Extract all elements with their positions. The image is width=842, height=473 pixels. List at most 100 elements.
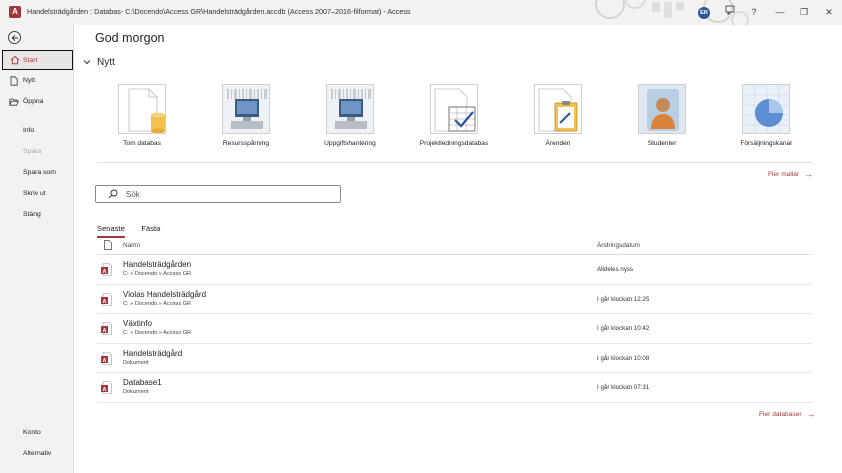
sidebar-item-save: Spara bbox=[0, 142, 74, 162]
sidebar-item-label: Stäng bbox=[23, 211, 41, 218]
template-blank-database[interactable]: Tom databas bbox=[87, 84, 197, 147]
sidebar-item-save-as[interactable]: Spara som bbox=[0, 163, 74, 183]
svg-text:A: A bbox=[103, 328, 107, 334]
search-input[interactable] bbox=[126, 188, 326, 201]
arrow-right-icon: → bbox=[804, 169, 814, 179]
template-label: Uppgiftshantering bbox=[324, 140, 376, 147]
help-button[interactable]: ? bbox=[747, 5, 761, 19]
back-arrow-icon[interactable] bbox=[8, 31, 21, 44]
column-header-name[interactable]: Namn bbox=[123, 242, 140, 249]
table-row[interactable]: A Handelsträdgård Dokument I går klockan… bbox=[97, 344, 812, 373]
new-document-icon bbox=[10, 76, 18, 86]
more-databases-link[interactable]: Fler databaser → bbox=[759, 409, 816, 419]
recent-pinned-tabs: Senaste Fästa bbox=[97, 218, 172, 238]
page-title: God morgon bbox=[95, 31, 165, 45]
more-templates-label: Fler mallar bbox=[768, 171, 800, 178]
search-icon bbox=[108, 189, 118, 199]
svg-text:A: A bbox=[103, 357, 107, 363]
table-row[interactable]: A Handelsträdgården C: » Docendo » Acces… bbox=[97, 255, 812, 285]
sidebar-item-label: Öppna bbox=[23, 98, 44, 105]
access-file-icon: A bbox=[101, 263, 112, 276]
tab-pinned[interactable]: Fästa bbox=[141, 224, 160, 236]
sidebar-item-info[interactable]: Info bbox=[0, 121, 74, 141]
template-label: Ärenden bbox=[545, 140, 571, 147]
chevron-down-icon bbox=[83, 58, 93, 67]
sales-pipeline-icon bbox=[742, 84, 790, 134]
access-file-icon: A bbox=[101, 322, 112, 335]
project-management-icon bbox=[430, 84, 478, 134]
sidebar-item-account[interactable]: Konto bbox=[0, 423, 74, 443]
file-name: Handelsträdgård bbox=[123, 348, 183, 358]
template-label: Resursspårning bbox=[222, 140, 270, 147]
access-file-icon: A bbox=[101, 292, 112, 306]
asset-tracking-icon bbox=[222, 84, 270, 134]
home-icon bbox=[10, 55, 20, 65]
template-asset-tracking[interactable]: Resursspårning bbox=[191, 84, 301, 147]
file-path: C: » Docendo » Access GR bbox=[123, 330, 192, 336]
svg-text:A: A bbox=[103, 387, 107, 393]
file-name: Violas Handelsträdgård bbox=[123, 289, 207, 299]
template-sales-pipeline[interactable]: Försäljningskanal bbox=[711, 84, 821, 147]
issues-icon bbox=[534, 84, 582, 134]
template-label: Projektledningsdatabas bbox=[419, 140, 489, 147]
table-row[interactable]: A Violas Handelsträdgård C: » Docendo » … bbox=[97, 285, 812, 314]
file-path: Dokument bbox=[123, 359, 149, 366]
sidebar-item-label: Skriv ut bbox=[23, 190, 46, 197]
sidebar-item-open[interactable]: Öppna bbox=[0, 92, 74, 112]
section-divider bbox=[97, 162, 812, 163]
sidebar-item-print[interactable]: Skriv ut bbox=[0, 184, 74, 204]
new-section-header[interactable]: Nytt bbox=[83, 57, 115, 68]
file-path: C: » Docendo » Access GR bbox=[123, 300, 192, 307]
template-label: Studenter bbox=[647, 140, 677, 147]
sidebar-item-label: Start bbox=[23, 57, 38, 64]
access-file-icon: A bbox=[101, 351, 112, 365]
arrow-right-icon: → bbox=[806, 409, 816, 419]
search-box[interactable] bbox=[95, 185, 341, 203]
blank-database-icon bbox=[118, 84, 166, 134]
more-databases-label: Fler databaser bbox=[759, 411, 802, 418]
close-button[interactable]: ✕ bbox=[822, 5, 836, 19]
file-date: I går klockan 10:42 bbox=[597, 325, 650, 332]
column-header-date[interactable]: Ändringsdatum bbox=[597, 242, 640, 249]
template-task-management[interactable]: Uppgiftshantering bbox=[295, 84, 405, 147]
template-issues[interactable]: Ärenden bbox=[503, 84, 613, 147]
file-name: Database1 bbox=[123, 378, 162, 387]
task-management-icon bbox=[326, 84, 374, 134]
file-date: I går klockan 10:08 bbox=[597, 354, 650, 362]
file-path: C: » Docendo » Access GR bbox=[123, 271, 192, 277]
template-label: Försäljningskanal bbox=[740, 140, 792, 147]
sidebar-item-label: Nytt bbox=[23, 77, 36, 84]
folder-open-icon bbox=[9, 98, 19, 106]
section-title: Nytt bbox=[97, 57, 115, 68]
sidebar-item-label: Alternativ bbox=[23, 450, 52, 457]
user-avatar[interactable]: ER bbox=[698, 7, 710, 19]
window-title: Handelsträdgården : Databas- C:\Docendo\… bbox=[27, 7, 411, 16]
table-row[interactable]: A Database1 Dokument I går klockan 07:31 bbox=[97, 373, 812, 403]
file-date: Alldeles nyss bbox=[597, 266, 634, 273]
access-app-icon: A bbox=[9, 6, 21, 18]
tab-recent[interactable]: Senaste bbox=[97, 224, 125, 238]
backstage-sidebar: Start Nytt Öppna Info Spara Spara som Sk… bbox=[0, 25, 74, 473]
sidebar-item-options[interactable]: Alternativ bbox=[0, 444, 74, 464]
file-name: Växtinfo bbox=[123, 319, 152, 328]
sidebar-item-label: Konto bbox=[23, 429, 41, 436]
svg-text:A: A bbox=[103, 269, 107, 275]
sidebar-item-start[interactable]: Start bbox=[2, 50, 73, 70]
minimize-button[interactable]: — bbox=[773, 5, 787, 19]
template-students[interactable]: Studenter bbox=[607, 84, 717, 147]
access-file-icon: A bbox=[101, 381, 112, 394]
table-row[interactable]: A Växtinfo C: » Docendo » Access GR I gå… bbox=[97, 314, 812, 344]
document-icon bbox=[104, 240, 112, 250]
feedback-icon[interactable] bbox=[723, 5, 737, 19]
sidebar-item-close[interactable]: Stäng bbox=[0, 205, 74, 225]
svg-text:A: A bbox=[103, 298, 107, 304]
sidebar-item-label: Spara bbox=[23, 148, 42, 155]
sidebar-item-label: Info bbox=[23, 127, 35, 134]
title-bar: A Handelsträdgården : Databas- C:\Docend… bbox=[0, 0, 842, 25]
restore-button[interactable]: ❐ bbox=[797, 5, 811, 19]
sidebar-item-new[interactable]: Nytt bbox=[0, 71, 74, 91]
file-date: I går klockan 07:31 bbox=[597, 384, 650, 391]
template-project-management[interactable]: Projektledningsdatabas bbox=[399, 84, 509, 147]
main-content: God morgon Nytt Tom databas Resursspårni… bbox=[75, 25, 842, 473]
more-templates-link[interactable]: Fler mallar → bbox=[768, 169, 813, 179]
